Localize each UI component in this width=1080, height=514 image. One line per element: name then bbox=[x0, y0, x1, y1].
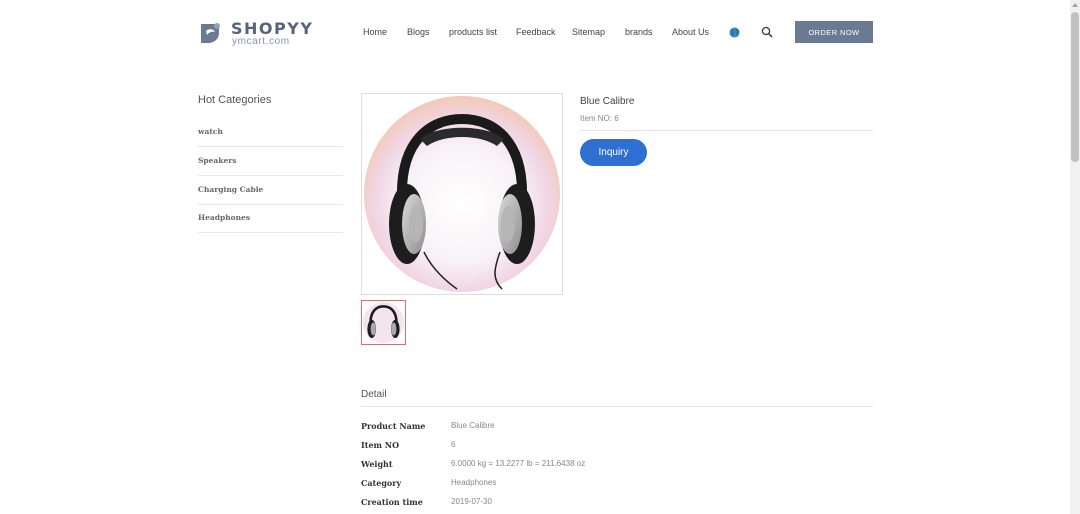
divider bbox=[580, 130, 873, 131]
product-page: SHOPYY ymcart.com Home Blogs products li… bbox=[0, 0, 1070, 514]
inquiry-button[interactable]: Inquiry bbox=[580, 139, 647, 166]
search-icon[interactable] bbox=[761, 26, 773, 38]
category-charging-cable[interactable]: Charging Cable bbox=[198, 176, 343, 205]
globe-icon[interactable] bbox=[729, 27, 740, 38]
nav-about-us[interactable]: About Us bbox=[672, 27, 709, 37]
category-label: Headphones bbox=[198, 213, 251, 222]
nav-home[interactable]: Home bbox=[363, 27, 387, 37]
hot-categories-title: Hot Categories bbox=[198, 94, 272, 106]
nav-blogs[interactable]: Blogs bbox=[407, 27, 430, 37]
product-thumbnail[interactable] bbox=[361, 300, 406, 345]
logo-mark-icon bbox=[201, 23, 220, 43]
product-item-no: Item NO: 6 bbox=[580, 114, 619, 123]
category-watch[interactable]: watch bbox=[198, 118, 343, 147]
detail-title: Detail bbox=[361, 389, 387, 400]
category-label: Charging Cable bbox=[198, 185, 264, 194]
page-scrollbar[interactable] bbox=[1070, 0, 1080, 514]
order-now-button[interactable]: ORDER NOW bbox=[795, 21, 873, 43]
nav-sitemap[interactable]: Sitemap bbox=[572, 27, 605, 37]
detail-label: Category bbox=[361, 478, 402, 488]
headphones-image bbox=[364, 96, 560, 292]
product-name: Blue Calibre bbox=[580, 96, 635, 107]
divider bbox=[361, 406, 873, 407]
category-headphones[interactable]: Headphones bbox=[198, 204, 343, 233]
product-main-image[interactable] bbox=[361, 93, 563, 295]
scroll-up-arrow-icon[interactable] bbox=[1072, 3, 1078, 7]
detail-value: 6 bbox=[451, 440, 456, 449]
detail-value: Blue Calibre bbox=[451, 421, 495, 430]
nav-feedback[interactable]: Feedback bbox=[516, 27, 556, 37]
logo[interactable]: SHOPYY ymcart.com bbox=[197, 18, 312, 48]
logo-subtitle: ymcart.com bbox=[232, 36, 290, 47]
category-label: Speakers bbox=[198, 156, 237, 165]
detail-label: Item NO bbox=[361, 440, 400, 450]
detail-label: Creation time bbox=[361, 497, 423, 507]
detail-value: 2019-07-30 bbox=[451, 497, 492, 506]
detail-label: Product Name bbox=[361, 421, 426, 431]
headphones-thumbnail-icon bbox=[363, 302, 404, 343]
nav-products-list[interactable]: products list bbox=[449, 27, 497, 37]
category-label: watch bbox=[198, 127, 223, 136]
detail-label: Weight bbox=[361, 459, 393, 469]
category-speakers[interactable]: Speakers bbox=[198, 147, 343, 176]
nav-brands[interactable]: brands bbox=[625, 27, 653, 37]
detail-value: 6.0000 kg = 13.2277 lb = 211.6438 oz bbox=[451, 459, 586, 468]
detail-value: Headphones bbox=[451, 478, 497, 487]
scrollbar-thumb[interactable] bbox=[1071, 12, 1079, 162]
